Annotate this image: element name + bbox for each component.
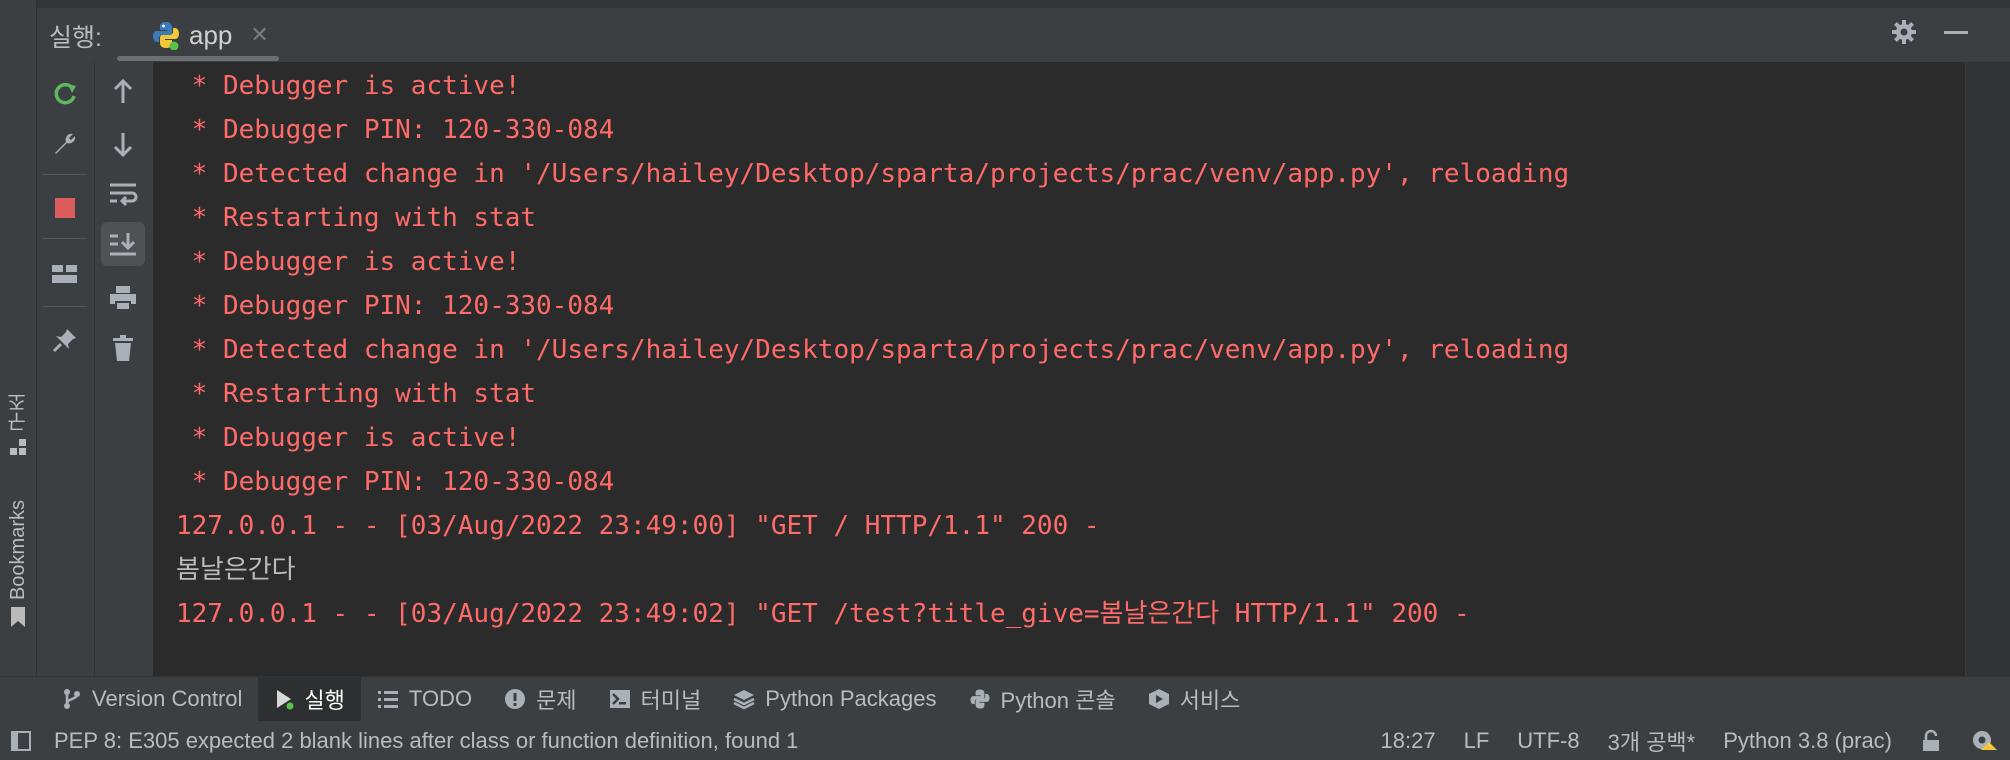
console-scrollbar[interactable] [1965, 62, 2010, 676]
console-line: * Detected change in '/Users/hailey/Desk… [176, 335, 1570, 365]
bottom-tab-label: Python Packages [765, 686, 937, 711]
panel-toggle-icon[interactable] [10, 730, 32, 752]
print-icon[interactable] [101, 276, 145, 320]
bookmark-icon [9, 606, 27, 628]
console-line: 봄날은간다 [176, 555, 296, 585]
structure-icon [9, 438, 27, 456]
lock-icon[interactable] [1920, 729, 1942, 753]
terminal-icon [609, 689, 631, 709]
soft-wrap-icon[interactable] [101, 172, 145, 216]
bottom-tab-3[interactable]: TODO [361, 677, 488, 721]
bottom-tab-4[interactable]: 문제 [488, 677, 592, 721]
rerun-icon[interactable] [43, 72, 87, 116]
close-tab-icon[interactable]: ✕ [250, 22, 268, 48]
bottom-tab-1[interactable]: Version Control [46, 677, 258, 721]
console-line: * Detected change in '/Users/hailey/Desk… [176, 159, 1570, 189]
python-icon [969, 688, 991, 710]
run-panel-title: 실행: [49, 24, 102, 52]
console-line: * Restarting with stat [176, 203, 537, 233]
console-line: * Debugger PIN: 120-330-084 [176, 291, 615, 321]
trash-icon[interactable] [101, 326, 145, 370]
bottom-tab-label: 서비스 [1179, 688, 1241, 713]
toolbar-separator [43, 306, 87, 307]
indent-setting[interactable]: 3개 공백* [1608, 725, 1696, 757]
run-config-tab-app[interactable]: app ✕ [141, 8, 313, 62]
status-message[interactable]: PEP 8: E305 expected 2 blank lines after… [54, 728, 798, 754]
header-divider [37, 0, 2010, 8]
arrow-up-icon[interactable] [101, 70, 145, 114]
branch-icon [62, 688, 82, 710]
console-line: * Debugger is active! [176, 71, 521, 101]
arrow-down-icon[interactable] [101, 122, 145, 166]
layers-icon [733, 688, 755, 710]
file-encoding[interactable]: UTF-8 [1517, 728, 1579, 754]
console-line: * Restarting with stat [176, 379, 537, 409]
settings-gear-icon[interactable] [1890, 18, 1918, 46]
wrench-icon[interactable] [43, 122, 87, 166]
run-toolbar-secondary [95, 62, 154, 676]
caret-position[interactable]: 18:27 [1381, 728, 1436, 754]
minimize-icon[interactable] [1944, 31, 1968, 34]
python-interpreter[interactable]: Python 3.8 (prac) [1723, 728, 1892, 754]
structure-tool-tab[interactable]: 구조 [0, 392, 36, 456]
console-line: * Debugger PIN: 120-330-084 [176, 467, 615, 497]
list-icon [377, 689, 399, 709]
python-icon [151, 20, 181, 50]
console-output[interactable]: * Debugger is active! * Debugger PIN: 12… [154, 62, 1965, 676]
left-tool-stripe: 구조 Bookmarks [0, 0, 37, 676]
warning-icon [504, 688, 526, 710]
run-icon [274, 688, 294, 710]
bottom-tab-label: 실행 [304, 688, 345, 713]
services-icon [1148, 688, 1170, 710]
toolbar-separator [43, 174, 87, 175]
line-separator[interactable]: LF [1464, 728, 1490, 754]
console-line: * Debugger is active! [176, 247, 521, 277]
selected-tab-indicator [117, 56, 279, 61]
bottom-tab-8[interactable]: 서비스 [1132, 677, 1257, 721]
layout-icon[interactable] [43, 252, 87, 296]
bottom-tab-7[interactable]: Python 콘솔 [953, 677, 1132, 721]
bottom-tool-window-bar: Version Control 실행 TODO 문제 터미널 Python Package… [0, 676, 2010, 722]
scroll-to-end-icon[interactable] [101, 222, 145, 266]
run-tool-window-header: 실행: app ✕ [37, 0, 2010, 63]
console-line: * Debugger is active! [176, 423, 521, 453]
pin-icon[interactable] [43, 318, 87, 362]
console-line: * Debugger PIN: 120-330-084 [176, 115, 615, 145]
toolbar-separator [43, 238, 87, 239]
bottom-tab-2[interactable]: 실행 [258, 677, 361, 721]
stop-icon[interactable] [43, 186, 87, 230]
bottom-tab-label: TODO [408, 686, 473, 711]
inspection-icon[interactable] [1970, 728, 1998, 754]
run-config-tab-label: app [189, 19, 233, 50]
bottom-tab-label: Python 콘솔 [1000, 688, 1116, 713]
bottom-tab-label: 터미널 [640, 688, 702, 713]
run-toolbar-primary [37, 62, 95, 676]
bottom-tab-6[interactable]: Python Packages [717, 677, 952, 721]
structure-tab-label: 구조 [7, 392, 30, 432]
bookmarks-tool-tab[interactable]: Bookmarks [0, 500, 36, 628]
console-lines: * Debugger is active! * Debugger PIN: 12… [176, 64, 1569, 636]
console-line: 127.0.0.1 - - [03/Aug/2022 23:49:00] "GE… [176, 511, 1100, 541]
bookmarks-tab-label: Bookmarks [6, 500, 29, 601]
bottom-tab-5[interactable]: 터미널 [593, 677, 718, 721]
bottom-tab-label: 문제 [536, 688, 577, 713]
status-bar: PEP 8: E305 expected 2 blank lines after… [0, 721, 2010, 760]
bottom-tab-label: Version Control [92, 686, 243, 711]
status-widgets: 18:27 LF UTF-8 3개 공백* Python 3.8 (prac) [1381, 721, 1998, 760]
console-line: 127.0.0.1 - - [03/Aug/2022 23:49:02] "GE… [176, 599, 1470, 629]
